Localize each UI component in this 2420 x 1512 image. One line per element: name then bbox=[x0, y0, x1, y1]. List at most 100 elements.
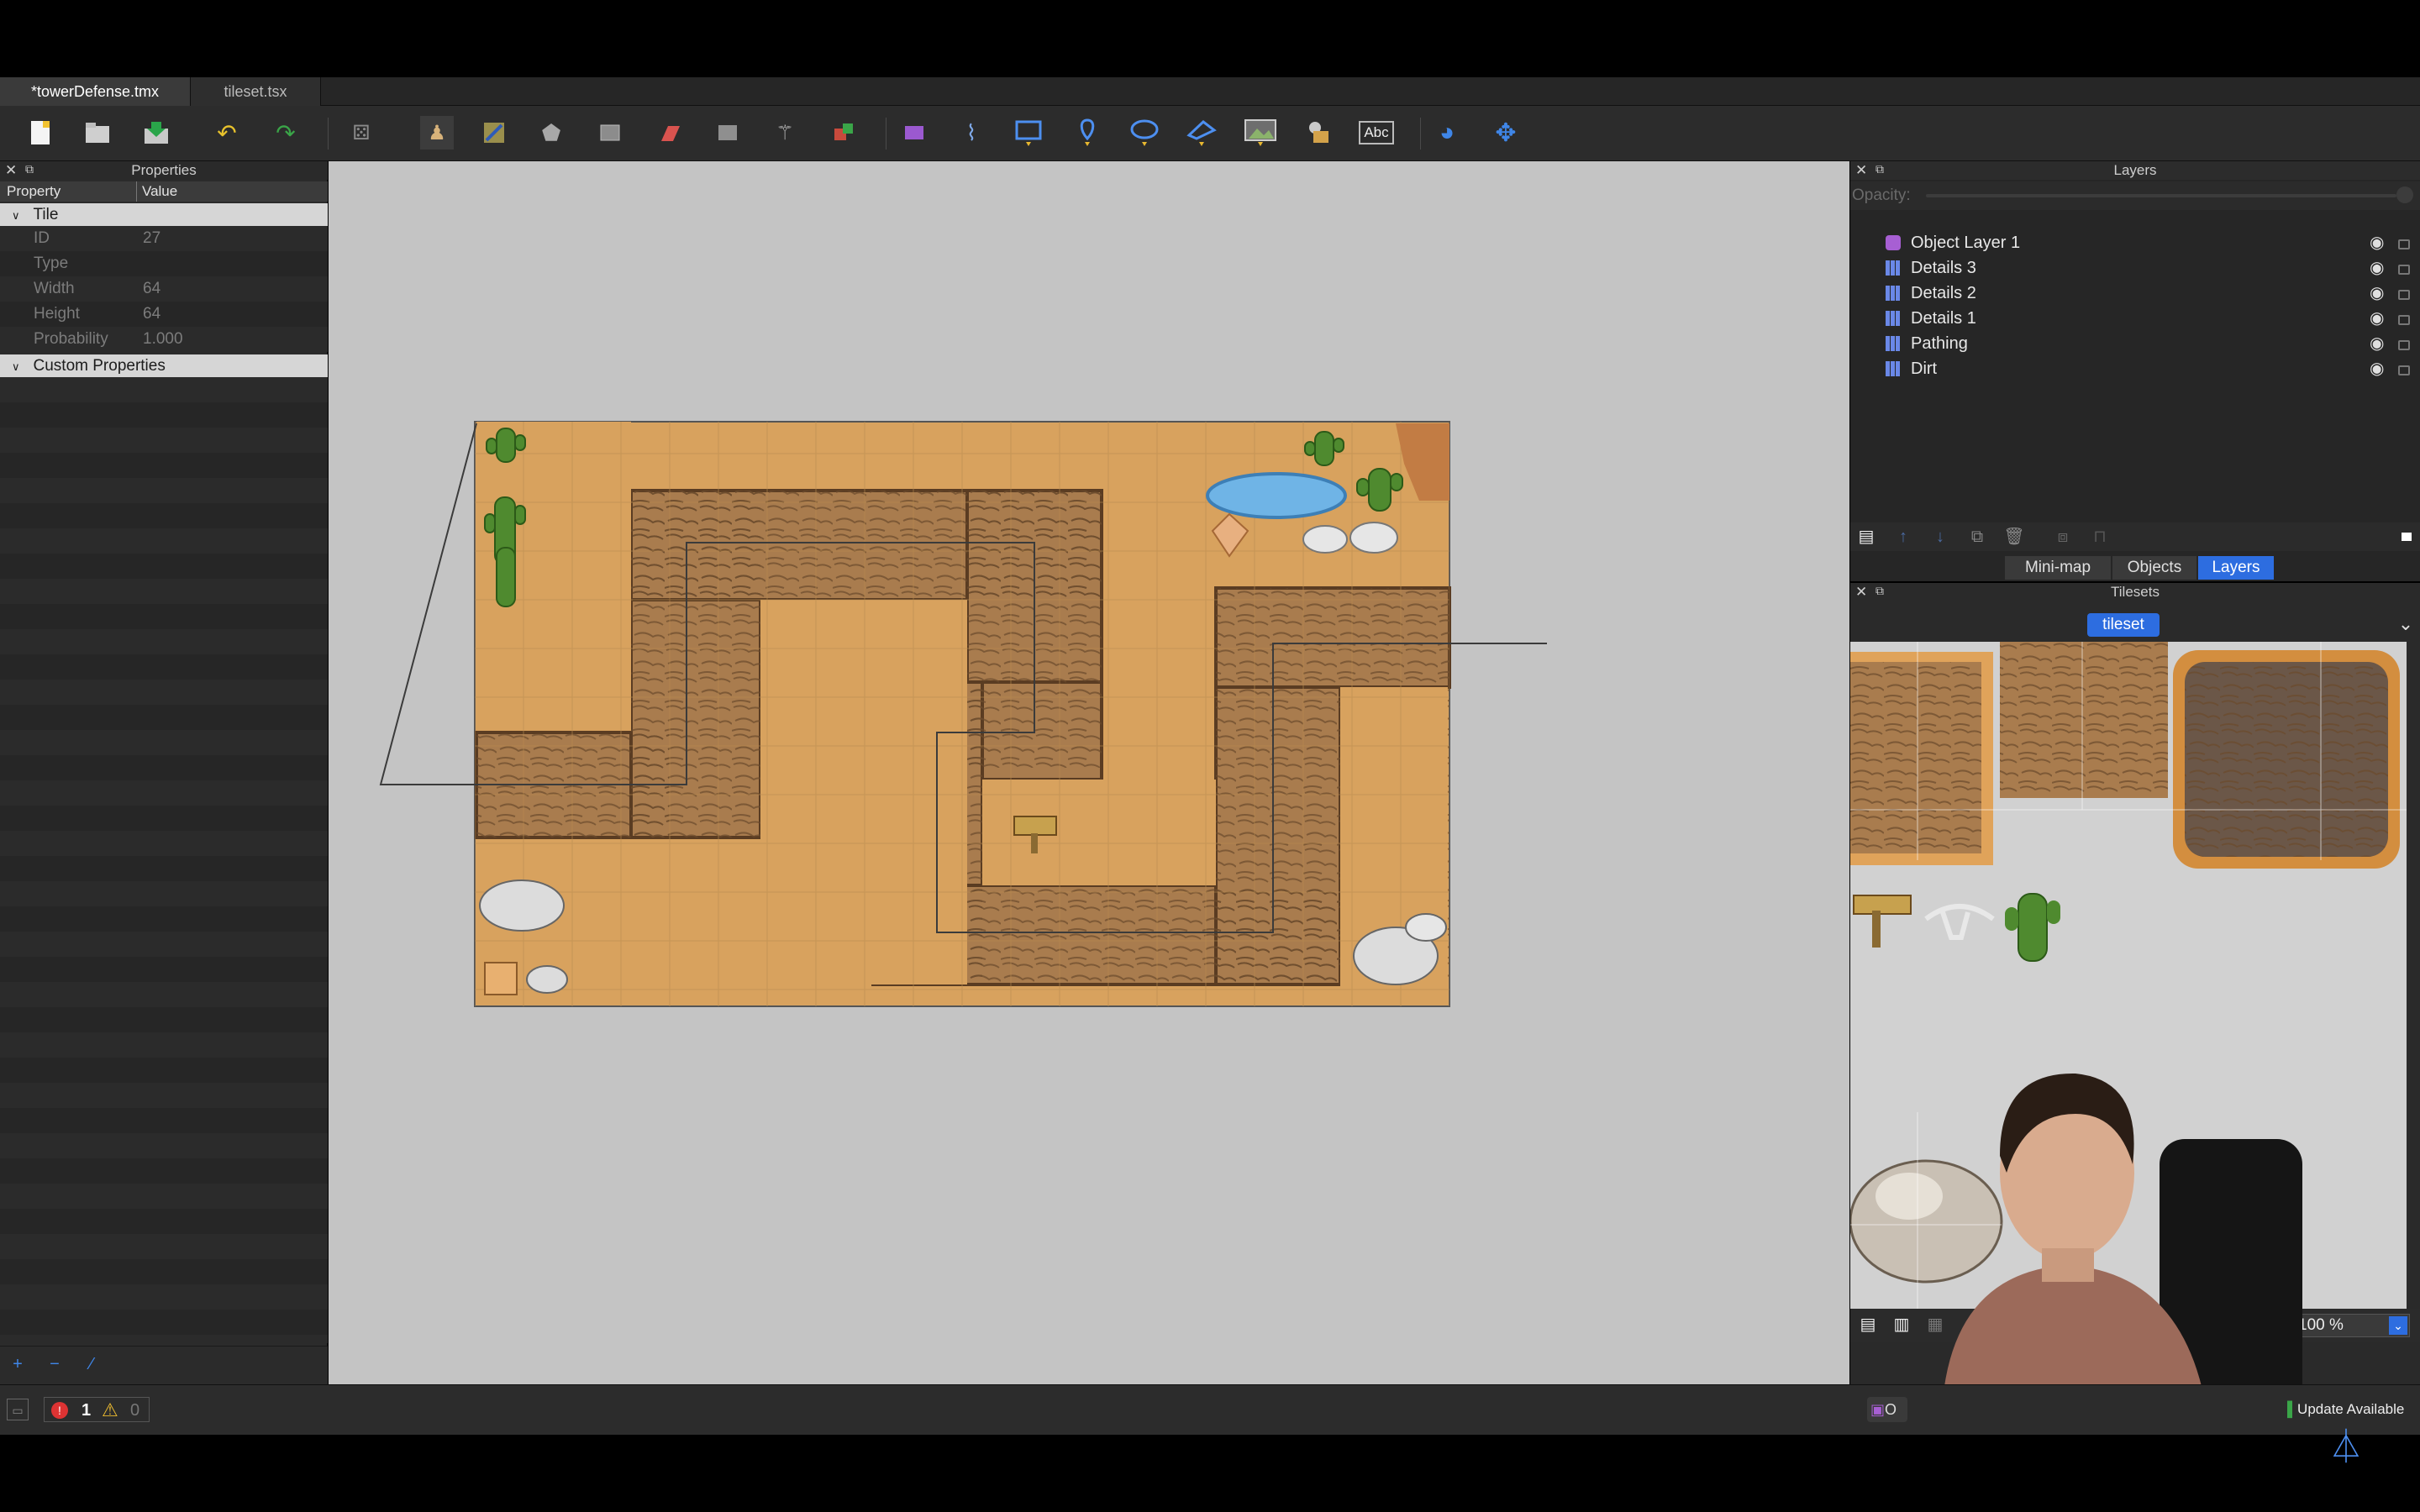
zoom-select[interactable]: 100 % ⌄ bbox=[2291, 1314, 2410, 1337]
random-mode-icon[interactable]: ⚄ bbox=[345, 116, 378, 150]
select-objects-icon[interactable] bbox=[897, 116, 931, 150]
duplicate-layer-icon[interactable]: ⧉ bbox=[1966, 526, 1988, 548]
map-canvas[interactable] bbox=[329, 161, 1849, 1384]
lock-icon[interactable] bbox=[2398, 365, 2410, 375]
property-row-width[interactable]: Width 64 bbox=[0, 276, 328, 302]
property-row-id[interactable]: ID 27 bbox=[0, 226, 328, 251]
properties-panel: Properties ✕ ⧉ Property Value ∨ Tile ID 27… bbox=[0, 161, 328, 1384]
world-tool-icon[interactable]: ◕ bbox=[1430, 116, 1464, 150]
layer-pathing[interactable]: Pathing ◉ bbox=[1850, 331, 2420, 356]
toolbar-separator bbox=[328, 118, 329, 150]
eye-icon[interactable]: ◉ bbox=[2370, 281, 2384, 306]
console-icon[interactable]: ▭ bbox=[7, 1399, 29, 1420]
eye-icon[interactable]: ◉ bbox=[2370, 306, 2384, 331]
magic-wand-icon[interactable]: ⚚ bbox=[768, 116, 802, 150]
tile-properties-list: ID 27 Type Width 64 Height 64 Probability 1.… bbox=[0, 226, 328, 352]
opacity-label: Opacity: bbox=[1852, 186, 1911, 204]
chevron-down-icon: ∨ bbox=[12, 360, 20, 373]
tileset-tab[interactable]: tileset bbox=[2087, 613, 2160, 637]
property-row-height[interactable]: Height 64 bbox=[0, 302, 328, 327]
eye-icon[interactable]: ◉ bbox=[2370, 356, 2384, 381]
tile-layer-icon bbox=[1886, 286, 1901, 301]
opacity-row: Opacity: bbox=[1850, 181, 2420, 210]
column-property: Property bbox=[7, 183, 61, 199]
tilesets-title: Tilesets bbox=[1850, 583, 2420, 601]
group-tile[interactable]: ∨ Tile bbox=[0, 203, 328, 226]
add-property-icon[interactable]: + bbox=[7, 1353, 29, 1375]
insert-text-icon[interactable]: Abc bbox=[1356, 116, 1397, 150]
redo-icon[interactable]: ↷ bbox=[269, 116, 302, 150]
insert-text-label: Abc bbox=[1359, 121, 1394, 144]
new-map-icon[interactable] bbox=[24, 116, 57, 150]
eye-icon[interactable]: ◉ bbox=[2370, 255, 2384, 281]
insert-template-icon[interactable] bbox=[1302, 116, 1336, 150]
property-row-probability[interactable]: Probability 1.000 bbox=[0, 327, 328, 352]
tab-layers[interactable]: Layers bbox=[2198, 556, 2274, 580]
merge-layer-icon[interactable]: ⧈ bbox=[2052, 526, 2074, 548]
float-panel-icon[interactable]: ⧉ bbox=[1876, 162, 1884, 176]
chevron-down-icon[interactable]: ⌄ bbox=[2391, 613, 2420, 637]
undo-icon[interactable]: ↶ bbox=[210, 116, 244, 150]
layer-dirt[interactable]: Dirt ◉ bbox=[1850, 356, 2420, 381]
update-icon: ▌ bbox=[2287, 1401, 2298, 1417]
tab-tileset[interactable]: tileset.tsx bbox=[190, 77, 321, 106]
layer-name: Dirt bbox=[1911, 360, 1938, 378]
select-same-tile-icon[interactable] bbox=[827, 116, 860, 150]
delete-layer-icon[interactable]: 🗑 bbox=[2003, 526, 2025, 548]
shape-fill-icon[interactable] bbox=[593, 116, 627, 150]
lock-icon[interactable] bbox=[2398, 290, 2410, 300]
insert-point-icon[interactable] bbox=[1071, 116, 1104, 150]
remove-property-icon[interactable]: − bbox=[44, 1353, 66, 1375]
tab-towerdefense[interactable]: *towerDefense.tmx bbox=[0, 77, 190, 106]
property-row-type[interactable]: Type bbox=[0, 251, 328, 276]
tile-map bbox=[379, 421, 1547, 1007]
column-value: Value bbox=[136, 181, 177, 202]
insert-ellipse-icon[interactable] bbox=[1128, 116, 1161, 150]
open-file-icon[interactable] bbox=[81, 116, 114, 150]
bucket-fill-icon[interactable]: ⬟ bbox=[534, 116, 568, 150]
lock-icon[interactable] bbox=[2398, 265, 2410, 275]
lock-icon[interactable] bbox=[2398, 239, 2410, 249]
new-layer-icon[interactable]: ▤ bbox=[1855, 526, 1877, 548]
lock-icon[interactable] bbox=[2398, 340, 2410, 350]
current-layer-badge[interactable]: ▣O bbox=[1867, 1397, 1907, 1422]
layer-object-layer-1[interactable]: Object Layer 1 ◉ bbox=[1850, 230, 2420, 255]
float-panel-icon[interactable]: ⧉ bbox=[25, 162, 34, 176]
close-icon[interactable]: ✕ bbox=[1855, 584, 1867, 601]
layer-details-3[interactable]: Details 3 ◉ bbox=[1850, 255, 2420, 281]
opacity-slider[interactable] bbox=[1926, 194, 2396, 197]
new-tileset-icon[interactable]: ▤ bbox=[1857, 1314, 1879, 1336]
move-icon[interactable]: ✥ bbox=[1489, 116, 1523, 150]
opacity-slider-handle[interactable] bbox=[2396, 186, 2413, 203]
eye-icon[interactable]: ◉ bbox=[2370, 331, 2384, 356]
save-file-icon[interactable] bbox=[139, 116, 173, 150]
layer-details-1[interactable]: Details 1 ◉ bbox=[1850, 306, 2420, 331]
lower-layer-icon[interactable]: ↓ bbox=[1929, 526, 1951, 548]
float-panel-icon[interactable]: ⧉ bbox=[1876, 584, 1884, 598]
eye-icon[interactable]: ◉ bbox=[2370, 230, 2384, 255]
issues-indicator[interactable]: ! 1 ⚠ 0 bbox=[44, 1397, 150, 1422]
rectangular-select-icon[interactable] bbox=[711, 116, 744, 150]
rename-property-icon[interactable]: ⁄ bbox=[81, 1353, 103, 1375]
warning-count: 0 bbox=[130, 1401, 140, 1420]
insert-rectangle-icon[interactable] bbox=[1012, 116, 1045, 150]
terrain-brush-icon[interactable] bbox=[477, 116, 511, 150]
insert-tile-icon[interactable] bbox=[1244, 116, 1277, 150]
document-tab-bar: *towerDefense.tmx tileset.tsx bbox=[0, 77, 2420, 106]
insert-polygon-icon[interactable] bbox=[1185, 116, 1218, 150]
layer-details-2[interactable]: Details 2 ◉ bbox=[1850, 281, 2420, 306]
tab-objects[interactable]: Objects bbox=[2112, 556, 2196, 580]
edit-polygons-icon[interactable]: ⌇ bbox=[955, 116, 988, 150]
raise-layer-icon[interactable]: ↑ bbox=[1892, 526, 1914, 548]
tab-label: *towerDefense.tmx bbox=[30, 83, 160, 100]
eraser-icon[interactable] bbox=[652, 116, 686, 150]
lock-icon[interactable] bbox=[2398, 315, 2410, 325]
close-icon[interactable]: ✕ bbox=[5, 162, 17, 179]
highlight-layer-icon[interactable] bbox=[2402, 533, 2412, 541]
tab-mini-map[interactable]: Mini-map bbox=[2005, 556, 2111, 580]
watermark-logo-icon: ⏃ bbox=[2329, 1429, 2363, 1466]
lock-layers-icon[interactable]: ⊓ bbox=[2089, 526, 2111, 548]
close-icon[interactable]: ✕ bbox=[1855, 162, 1867, 179]
group-custom-properties[interactable]: ∨ Custom Properties bbox=[0, 354, 328, 377]
stamp-brush-icon[interactable]: ♟ bbox=[420, 116, 454, 150]
